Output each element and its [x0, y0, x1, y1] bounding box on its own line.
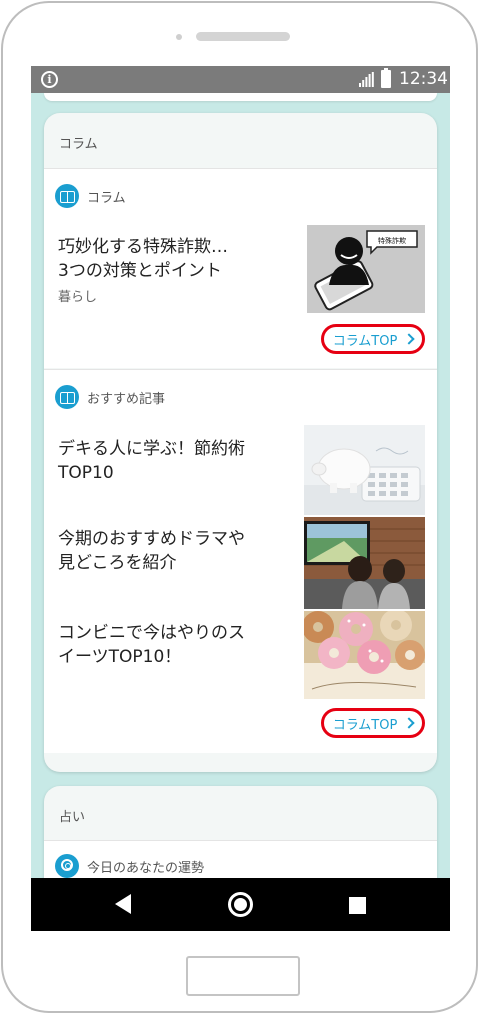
column-top-label: コラムTOP: [332, 333, 398, 349]
book-icon: [55, 385, 79, 409]
fortune-icon: [55, 854, 79, 878]
article-thumbnail-fraud[interactable]: 特殊詐欺: [307, 225, 425, 313]
recommended-section: おすすめ記事 デキる人に学ぶ！節約術 TOP10 今期のおすすめドラマや 見どこ…: [44, 369, 437, 753]
status-bar: i 12:34: [31, 66, 450, 93]
article-title[interactable]: 巧妙化する特殊詐欺… 3つの対策とポイント: [58, 235, 280, 283]
article-category: 暮らし: [58, 290, 98, 305]
recommended-section-title: おすすめ記事: [55, 385, 165, 409]
screen: i 12:34 コラム コラム 巧妙化する特殊詐欺… 3つの対策とポイント 暮ら…: [31, 66, 450, 931]
article-thumbnail-tv[interactable]: [304, 517, 425, 609]
column-section-label: コラム: [87, 190, 126, 206]
earpiece-speaker: [196, 32, 290, 41]
fortune-section-title[interactable]: 今日のあなたの運勢: [55, 854, 204, 878]
chevron-right-icon: [403, 717, 415, 729]
column-card: コラム コラム 巧妙化する特殊詐欺… 3つの対策とポイント 暮らし 特殊詐欺 コ…: [44, 113, 437, 772]
recent-apps-icon[interactable]: [349, 897, 366, 914]
recommended-section-label: おすすめ記事: [87, 391, 166, 407]
chevron-right-icon: [403, 333, 415, 345]
fortune-card-header: 占い: [59, 810, 86, 825]
hardware-home-button[interactable]: [186, 956, 300, 996]
column-top-button[interactable]: コラムTOP: [321, 324, 425, 354]
fortune-section-label: 今日のあなたの運勢: [87, 860, 205, 876]
thumbnail-bubble-text: 特殊詐欺: [378, 236, 406, 245]
column-section: コラム 巧妙化する特殊詐欺… 3つの対策とポイント 暮らし 特殊詐欺 コラムTO…: [44, 168, 437, 368]
article-title[interactable]: 今期のおすすめドラマや 見どころを紹介: [58, 527, 280, 575]
article-title[interactable]: コンビニで今はやりのス イーツTOP10！: [58, 621, 280, 669]
home-icon[interactable]: [228, 892, 253, 917]
back-icon[interactable]: [115, 894, 131, 914]
article-title[interactable]: デキる人に学ぶ！節約術 TOP10: [58, 437, 280, 485]
column-section-title: コラム: [55, 184, 126, 208]
recommended-top-button[interactable]: コラムTOP: [321, 708, 425, 738]
recommended-article[interactable]: デキる人に学ぶ！節約術 TOP10: [44, 425, 437, 515]
recommended-article[interactable]: コンビニで今はやりのス イーツTOP10！: [44, 611, 437, 699]
previous-card-edge: [44, 93, 437, 101]
front-camera: [176, 34, 182, 40]
navigation-bar: [31, 878, 450, 931]
signal-icon: [359, 72, 374, 87]
info-icon: i: [41, 71, 58, 88]
recommended-top-label: コラムTOP: [332, 717, 398, 733]
recommended-article[interactable]: 今期のおすすめドラマや 見どころを紹介: [44, 517, 437, 609]
column-article[interactable]: 巧妙化する特殊詐欺… 3つの対策とポイント 暮らし 特殊詐欺: [44, 225, 437, 317]
article-thumbnail-donuts[interactable]: [304, 611, 425, 699]
article-thumbnail-piggybank[interactable]: [304, 425, 425, 515]
status-time: 12:34: [399, 69, 448, 89]
book-icon: [55, 184, 79, 208]
battery-icon: [381, 68, 391, 88]
column-card-header: コラム: [59, 137, 98, 152]
